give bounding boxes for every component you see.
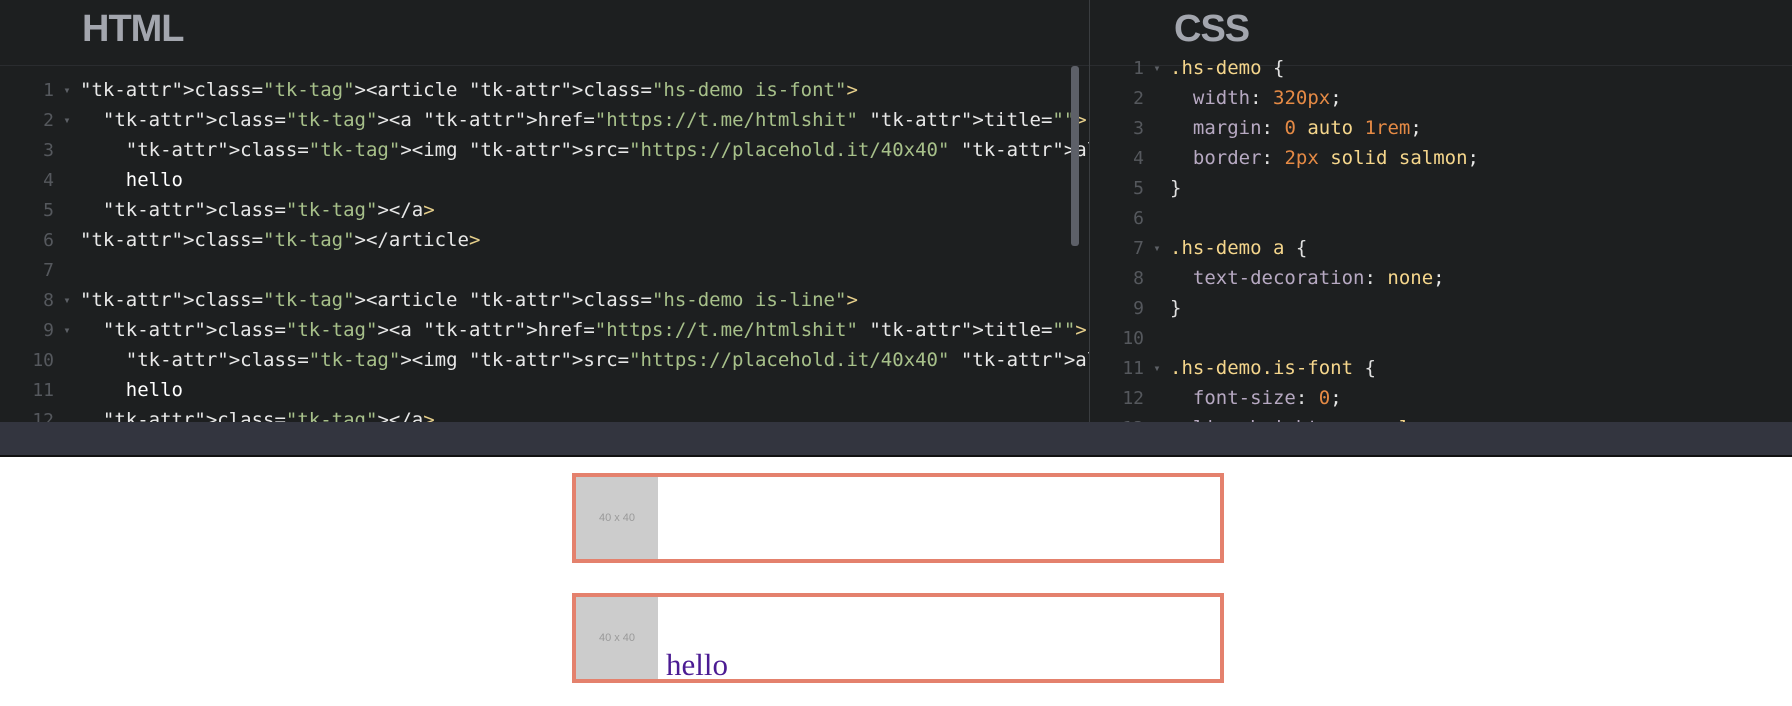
css-line[interactable]: 1 ▾ .hs-demo { <box>1090 53 1792 83</box>
line-number: 3 <box>43 140 54 161</box>
code-text[interactable]: "tk-attr">class="tk-tag"><img "tk-attr">… <box>80 349 1089 371</box>
fold-arrow-icon[interactable]: ▾ <box>1144 233 1170 263</box>
line-number: 8 <box>1133 268 1144 289</box>
line-number: 7 <box>43 260 54 281</box>
css-line[interactable]: 12 font-size: 0; <box>1090 383 1792 413</box>
line-number: 2 <box>1133 88 1144 109</box>
css-line[interactable]: 3 margin: 0 auto 1rem; <box>1090 113 1792 143</box>
line-number: 4 <box>1133 148 1144 169</box>
code-text[interactable]: margin: 0 auto 1rem; <box>1170 117 1422 139</box>
html-editor-scrollbar[interactable] <box>1071 66 1079 246</box>
code-text[interactable]: "tk-attr">class="tk-tag"></a> <box>80 199 435 221</box>
line-number: 8 <box>43 290 54 311</box>
html-line[interactable]: 9 ▾ "tk-attr">class="tk-tag"><a "tk-attr"… <box>0 315 1089 345</box>
html-pane-title: HTML <box>82 8 185 50</box>
fold-arrow-icon[interactable]: ▾ <box>54 285 80 315</box>
css-line[interactable]: 4 border: 2px solid salmon; <box>1090 143 1792 173</box>
html-line[interactable]: 6 "tk-attr">class="tk-tag"></article> <box>0 225 1089 255</box>
line-number: 4 <box>43 170 54 191</box>
demo-article-is-font: 40 x 40 <box>572 473 1224 563</box>
line-number: 7 <box>1133 238 1144 259</box>
preview-pane: 40 x 40 40 x 40 hello <box>0 457 1792 706</box>
line-number: 1 <box>43 80 54 101</box>
code-text[interactable]: "tk-attr">class="tk-tag"><img "tk-attr">… <box>80 139 1089 161</box>
placeholder-image: 40 x 40 <box>576 597 658 679</box>
html-line[interactable]: 12 "tk-attr">class="tk-tag"></a> <box>0 405 1089 422</box>
html-code-editor[interactable]: 1 ▾ "tk-attr">class="tk-tag"><article "tk-… <box>0 75 1089 422</box>
html-line[interactable]: 5 "tk-attr">class="tk-tag"></a> <box>0 195 1089 225</box>
html-line[interactable]: 11 hello <box>0 375 1089 405</box>
code-text[interactable]: "tk-attr">class="tk-tag"><a "tk-attr">hr… <box>80 109 1087 131</box>
css-line[interactable]: 7 ▾ .hs-demo a { <box>1090 233 1792 263</box>
editor-area: HTML 1 ▾ "tk-attr">class="tk-tag"><article… <box>0 0 1792 422</box>
code-text[interactable]: "tk-attr">class="tk-tag"><article "tk-at… <box>80 79 858 101</box>
code-text[interactable]: .hs-demo a { <box>1170 237 1307 259</box>
html-line[interactable]: 4 hello <box>0 165 1089 195</box>
resize-handle[interactable] <box>0 422 1792 457</box>
line-number: 13 <box>1090 414 1144 422</box>
css-line[interactable]: 13 line-height: normal; <box>1090 413 1792 422</box>
html-line[interactable]: 8 ▾ "tk-attr">class="tk-tag"><article "tk-… <box>0 285 1089 315</box>
fold-arrow-icon[interactable]: ▾ <box>54 75 80 105</box>
line-number: 12 <box>32 410 54 422</box>
placeholder-image: 40 x 40 <box>576 477 658 559</box>
code-text[interactable]: border: 2px solid salmon; <box>1170 147 1479 169</box>
code-text[interactable]: text-decoration: none; <box>1170 267 1445 289</box>
code-text[interactable]: .hs-demo { <box>1170 57 1284 79</box>
line-number: 1 <box>1133 58 1144 79</box>
css-line[interactable]: 5} <box>1090 173 1792 203</box>
demo-link-line[interactable]: hello <box>666 647 728 683</box>
html-editor-pane[interactable]: HTML 1 ▾ "tk-attr">class="tk-tag"><article… <box>0 0 1089 422</box>
line-number: 12 <box>1122 388 1144 409</box>
line-number: 10 <box>1122 328 1144 349</box>
css-line[interactable]: 6 <box>1090 203 1792 233</box>
html-line[interactable]: 2 ▾ "tk-attr">class="tk-tag"><a "tk-attr"… <box>0 105 1089 135</box>
line-number: 9 <box>43 320 54 341</box>
line-number: 11 <box>32 380 54 401</box>
html-line[interactable]: 3 "tk-attr">class="tk-tag"><img "tk-attr… <box>0 135 1089 165</box>
line-number: 6 <box>1133 208 1144 229</box>
line-number: 11 <box>1122 358 1144 379</box>
line-number: 9 <box>1133 298 1144 319</box>
code-text[interactable]: "tk-attr">class="tk-tag"></a> <box>80 409 435 422</box>
line-number: 5 <box>43 200 54 221</box>
css-code-editor[interactable]: 1 ▾ .hs-demo {2 width: 320px; 3 margin: 0 a… <box>1090 53 1792 422</box>
line-number: 3 <box>1133 118 1144 139</box>
line-number: 10 <box>32 350 54 371</box>
code-text[interactable]: "tk-attr">class="tk-tag"><a "tk-attr">hr… <box>80 319 1087 341</box>
css-line[interactable]: 11 ▾ .hs-demo.is-font { <box>1090 353 1792 383</box>
divider <box>0 65 1089 66</box>
css-line[interactable]: 8 text-decoration: none; <box>1090 263 1792 293</box>
fold-arrow-icon[interactable]: ▾ <box>1144 53 1170 83</box>
code-text[interactable]: "tk-attr">class="tk-tag"><article "tk-at… <box>80 289 858 311</box>
demo-article-is-line: 40 x 40 hello <box>572 593 1224 683</box>
code-text[interactable]: font-size: 0; <box>1170 387 1342 409</box>
html-line[interactable]: 7 <box>0 255 1089 285</box>
code-text[interactable]: } <box>1170 177 1181 199</box>
code-text[interactable]: hello <box>80 379 183 401</box>
css-editor-pane[interactable]: CSS 1 ▾ .hs-demo {2 width: 320px; 3 margin:… <box>1089 0 1792 422</box>
html-line[interactable]: 10 "tk-attr">class="tk-tag"><img "tk-att… <box>0 345 1089 375</box>
css-line[interactable]: 9} <box>1090 293 1792 323</box>
html-line[interactable]: 1 ▾ "tk-attr">class="tk-tag"><article "tk-… <box>0 75 1089 105</box>
code-text[interactable]: } <box>1170 297 1181 319</box>
css-pane-title: CSS <box>1174 8 1250 50</box>
code-text[interactable]: "tk-attr">class="tk-tag"></article> <box>80 229 480 251</box>
line-number: 5 <box>1133 178 1144 199</box>
css-line[interactable]: 2 width: 320px; <box>1090 83 1792 113</box>
fold-arrow-icon[interactable]: ▾ <box>54 105 80 135</box>
fold-arrow-icon[interactable]: ▾ <box>1144 353 1170 383</box>
code-text[interactable]: hello <box>80 169 183 191</box>
line-number: 6 <box>43 230 54 251</box>
code-text[interactable]: width: 320px; <box>1170 87 1342 109</box>
code-text[interactable]: .hs-demo.is-font { <box>1170 357 1376 379</box>
line-number: 2 <box>43 110 54 131</box>
css-line[interactable]: 10 <box>1090 323 1792 353</box>
fold-arrow-icon[interactable]: ▾ <box>54 315 80 345</box>
